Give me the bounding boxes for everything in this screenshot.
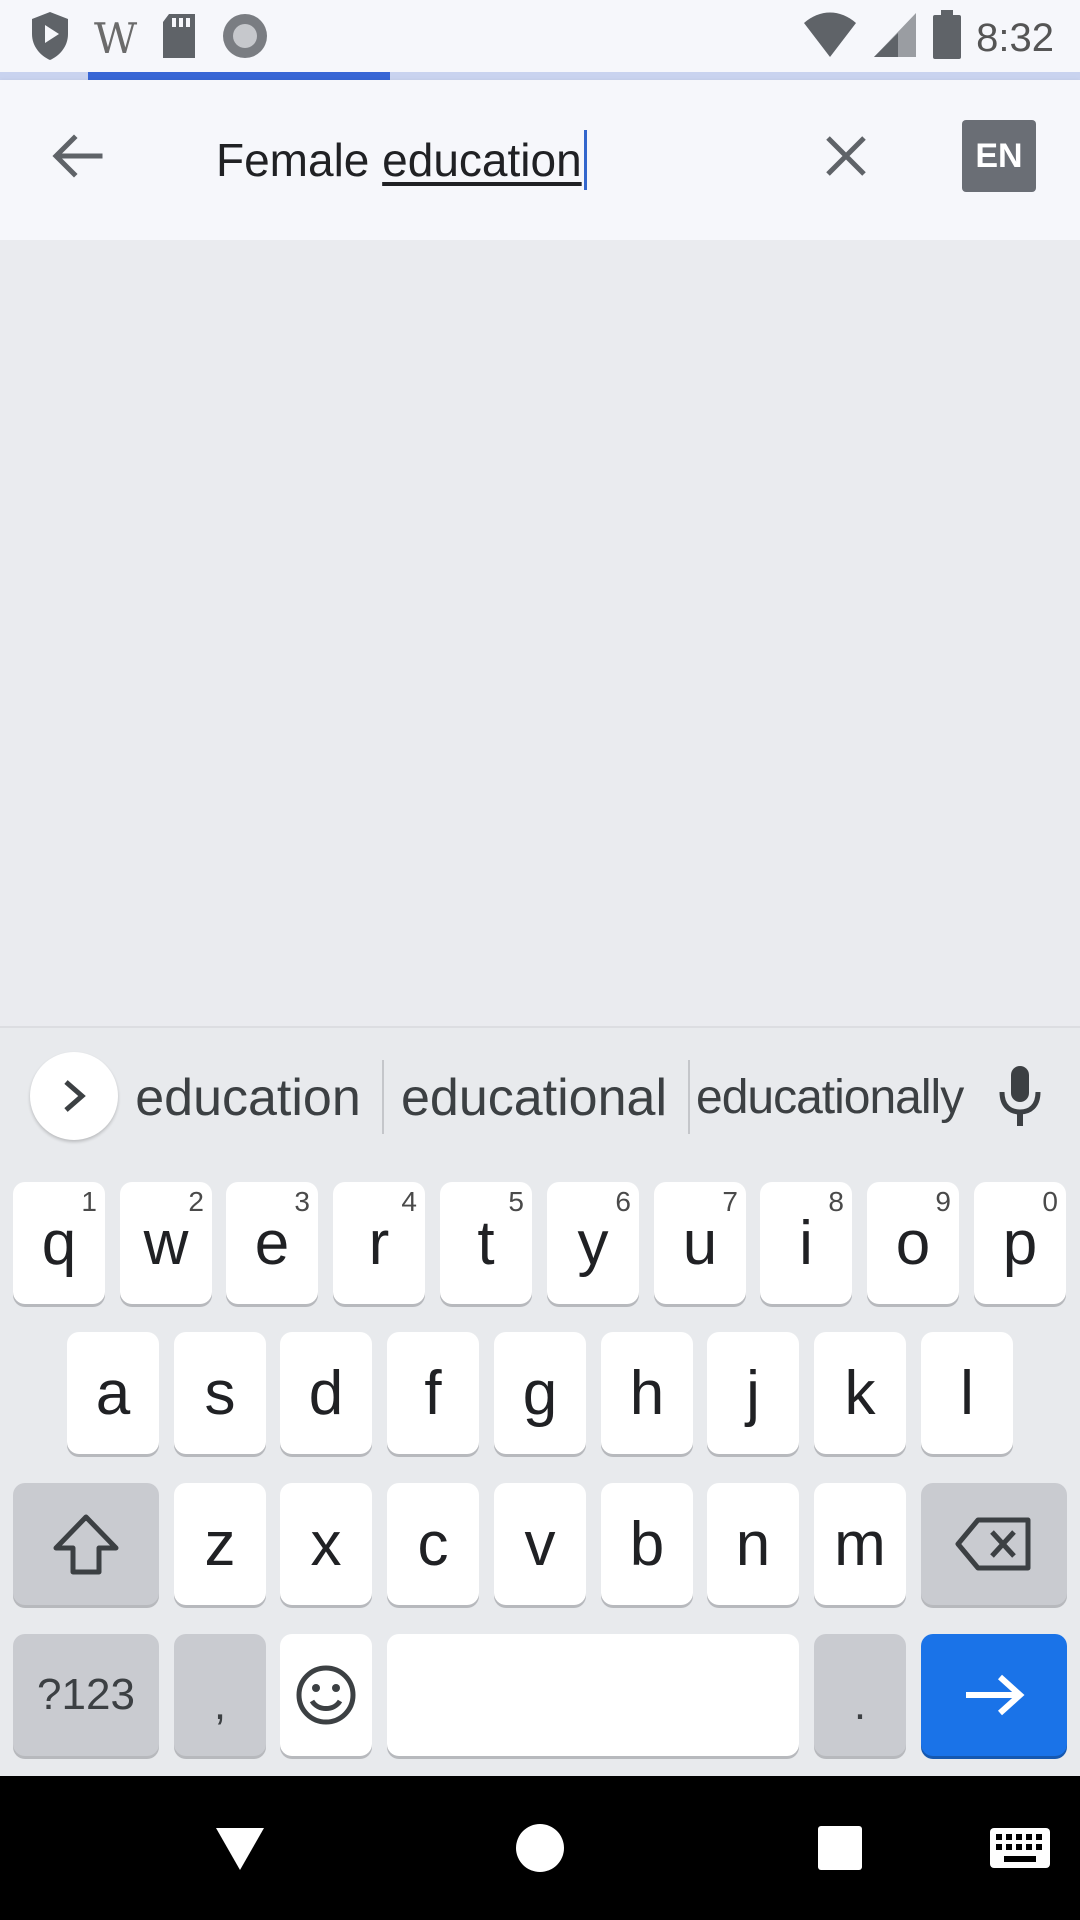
search-text-plain: Female bbox=[216, 134, 383, 186]
suggestion-1[interactable]: education bbox=[128, 1058, 368, 1138]
comma-key[interactable]: , bbox=[174, 1634, 266, 1756]
suggestion-strip: education educational educationally bbox=[0, 1028, 1080, 1174]
space-key[interactable] bbox=[387, 1634, 799, 1756]
play-protect-icon bbox=[28, 10, 72, 67]
loading-progress-bar bbox=[0, 72, 1080, 80]
search-results-area bbox=[0, 240, 1080, 1026]
emoji-icon bbox=[296, 1665, 356, 1725]
key-w[interactable]: w2 bbox=[120, 1182, 212, 1304]
shift-icon bbox=[53, 1514, 119, 1575]
key-e[interactable]: e3 bbox=[226, 1182, 318, 1304]
suggestion-divider bbox=[382, 1060, 384, 1134]
nav-recents-button[interactable] bbox=[804, 1812, 876, 1884]
sd-card-icon bbox=[159, 12, 199, 65]
soft-keyboard: education educational educationally q1 w… bbox=[0, 1026, 1080, 1776]
nav-home-button[interactable] bbox=[504, 1812, 576, 1884]
key-m[interactable]: m bbox=[814, 1483, 906, 1605]
key-n[interactable]: n bbox=[707, 1483, 799, 1605]
close-icon bbox=[826, 136, 866, 176]
arrow-back-icon bbox=[52, 134, 103, 178]
suggestion-expand-button[interactable] bbox=[30, 1052, 118, 1140]
suggestion-divider bbox=[688, 1060, 690, 1134]
keyboard-switch-button[interactable] bbox=[980, 1812, 1060, 1884]
key-c[interactable]: c bbox=[387, 1483, 479, 1605]
key-a[interactable]: a bbox=[67, 1332, 159, 1454]
wikipedia-icon: W bbox=[94, 13, 138, 63]
suggestion-3[interactable]: educationally bbox=[696, 1058, 964, 1138]
wifi-icon bbox=[802, 11, 858, 64]
key-t[interactable]: t5 bbox=[440, 1182, 532, 1304]
key-f[interactable]: f bbox=[387, 1332, 479, 1454]
search-toolbar: Female education EN bbox=[0, 80, 1080, 240]
nav-back-button[interactable] bbox=[204, 1812, 276, 1884]
key-k[interactable]: k bbox=[814, 1332, 906, 1454]
status-bar: W 8:32 bbox=[0, 0, 1080, 72]
system-navigation-bar bbox=[0, 1776, 1080, 1920]
back-button[interactable] bbox=[38, 116, 118, 196]
key-x[interactable]: x bbox=[280, 1483, 372, 1605]
nav-recents-icon bbox=[818, 1826, 862, 1870]
record-icon bbox=[221, 12, 269, 65]
suggestion-2[interactable]: educational bbox=[392, 1058, 676, 1138]
key-b[interactable]: b bbox=[601, 1483, 693, 1605]
key-u[interactable]: u7 bbox=[654, 1182, 746, 1304]
language-button[interactable]: EN bbox=[962, 120, 1036, 192]
key-d[interactable]: d bbox=[280, 1332, 372, 1454]
key-j[interactable]: j bbox=[707, 1332, 799, 1454]
key-h[interactable]: h bbox=[601, 1332, 693, 1454]
keyboard-icon bbox=[990, 1828, 1050, 1868]
key-o[interactable]: o9 bbox=[867, 1182, 959, 1304]
status-time: 8:32 bbox=[976, 15, 1054, 60]
search-text-composing: education bbox=[382, 134, 582, 186]
voice-input-button[interactable] bbox=[980, 1056, 1060, 1136]
backspace-icon bbox=[955, 1517, 1031, 1571]
clear-search-button[interactable] bbox=[806, 116, 886, 196]
key-l[interactable]: l bbox=[921, 1332, 1013, 1454]
loading-progress-fill bbox=[88, 72, 390, 80]
key-s[interactable]: s bbox=[174, 1332, 266, 1454]
key-g[interactable]: g bbox=[494, 1332, 586, 1454]
text-cursor bbox=[583, 129, 587, 190]
key-p[interactable]: p0 bbox=[974, 1182, 1066, 1304]
key-q[interactable]: q1 bbox=[13, 1182, 105, 1304]
microphone-icon bbox=[999, 1066, 1041, 1126]
key-v[interactable]: v bbox=[494, 1483, 586, 1605]
key-i[interactable]: i8 bbox=[760, 1182, 852, 1304]
nav-back-icon bbox=[216, 1828, 264, 1870]
key-r[interactable]: r4 bbox=[333, 1182, 425, 1304]
emoji-key[interactable] bbox=[280, 1634, 372, 1756]
key-z[interactable]: z bbox=[174, 1483, 266, 1605]
backspace-key[interactable] bbox=[921, 1483, 1067, 1605]
symbols-key[interactable]: ?123 bbox=[13, 1634, 159, 1756]
key-y[interactable]: y6 bbox=[547, 1182, 639, 1304]
chevron-right-icon bbox=[64, 1080, 86, 1112]
signal-icon bbox=[872, 11, 918, 64]
go-key[interactable] bbox=[921, 1634, 1067, 1756]
nav-home-icon bbox=[516, 1824, 564, 1872]
arrow-forward-icon bbox=[966, 1674, 1025, 1716]
battery-icon bbox=[932, 10, 962, 65]
shift-key[interactable] bbox=[13, 1483, 159, 1605]
period-key[interactable]: . bbox=[814, 1634, 906, 1756]
search-input[interactable]: Female education bbox=[216, 120, 776, 200]
